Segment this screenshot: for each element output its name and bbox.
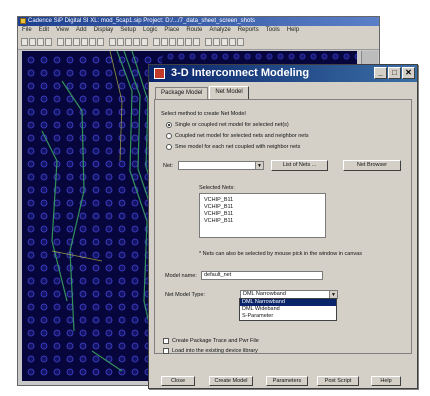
toolbar-button[interactable] <box>125 38 132 46</box>
toolbar-button[interactable] <box>213 38 220 46</box>
toolbar-button[interactable] <box>89 38 96 46</box>
radio-each-net[interactable] <box>166 144 172 150</box>
toolbar-button[interactable] <box>109 38 116 46</box>
app-title-bar: Cadence SiP Digital SI XL: mod_5cap1.sip… <box>18 17 379 26</box>
tab-net-model[interactable]: Net Model <box>209 86 249 100</box>
list-of-nets-button[interactable]: List of Nets ... <box>271 160 328 171</box>
net-model-type-option[interactable]: S-Parameter <box>240 313 336 320</box>
load-library-checkbox[interactable] <box>163 348 169 354</box>
toolbar-button[interactable] <box>45 38 52 46</box>
net-dropdown[interactable]: ▼ <box>178 161 264 170</box>
selection-note: * Nets can also be selected by mouse pic… <box>199 251 362 257</box>
option-single-coupled-label: Single or coupled net model for selected… <box>175 122 289 128</box>
radio-single-coupled[interactable] <box>166 122 172 128</box>
toolbar-button[interactable] <box>21 38 28 46</box>
dialog-app-icon <box>154 68 165 79</box>
model-name-input[interactable]: default_net <box>201 271 323 280</box>
minimize-button[interactable]: _ <box>374 67 387 79</box>
menu-setup[interactable]: Setup <box>120 26 136 35</box>
toolbar-button[interactable] <box>153 38 160 46</box>
app-toolbar <box>18 35 379 50</box>
menu-view[interactable]: View <box>56 26 69 35</box>
tab-package-model[interactable]: Package Model <box>155 87 209 99</box>
chevron-down-icon[interactable]: ▼ <box>329 291 337 298</box>
dialog-title: 3-D Interconnect Modeling <box>171 67 310 79</box>
list-item[interactable]: VCHIP_B11 <box>204 197 321 204</box>
net-model-type-value: DML Narrowband <box>243 291 286 297</box>
menu-route[interactable]: Route <box>186 26 202 35</box>
menu-add[interactable]: Add <box>76 26 87 35</box>
menu-help[interactable]: Help <box>287 26 299 35</box>
toolbar-button[interactable] <box>97 38 104 46</box>
selected-nets-list[interactable]: VCHIP_B11 VCHIP_B11 VCHIP_B11 VCHIP_B11 <box>199 193 326 238</box>
dialog-tabs: Package Model Net Model <box>155 86 250 100</box>
create-model-button[interactable]: Create Model <box>209 376 253 386</box>
net-browser-button[interactable]: Net Browser <box>343 160 401 171</box>
close-button[interactable]: ✕ <box>402 67 415 79</box>
menu-display[interactable]: Display <box>94 26 114 35</box>
toolbar-button[interactable] <box>133 38 140 46</box>
net-model-type-label: Net Model Type: <box>165 292 205 298</box>
toolbar-button[interactable] <box>141 38 148 46</box>
net-model-type-options: DML Narrowband DML Wideband S-Parameter <box>239 298 337 321</box>
toolbar-button[interactable] <box>221 38 228 46</box>
toolbar-button[interactable] <box>161 38 168 46</box>
toolbar-button[interactable] <box>73 38 80 46</box>
app-title-text: Cadence SiP Digital SI XL: mod_5cap1.sip… <box>28 18 256 24</box>
toolbar-button[interactable] <box>237 38 244 46</box>
toolbar-button[interactable] <box>169 38 176 46</box>
maximize-button[interactable]: □ <box>388 67 401 79</box>
menu-reports[interactable]: Reports <box>238 26 259 35</box>
close-dialog-button[interactable]: Close <box>161 376 195 386</box>
dialog-title-bar: 3-D Interconnect Modeling _ □ ✕ <box>149 65 417 82</box>
load-library-label: Load into the existing device library <box>172 348 258 354</box>
toolbar-button[interactable] <box>29 38 36 46</box>
toolbar-button[interactable] <box>117 38 124 46</box>
interconnect-modeling-dialog: 3-D Interconnect Modeling _ □ ✕ Package … <box>148 64 418 389</box>
toolbar-button[interactable] <box>65 38 72 46</box>
toolbar-button[interactable] <box>229 38 236 46</box>
toolbar-button[interactable] <box>185 38 192 46</box>
toolbar-button[interactable] <box>193 38 200 46</box>
net-model-type-option[interactable]: DML Narrowband <box>240 299 336 306</box>
menu-analyze[interactable]: Analyze <box>209 26 230 35</box>
toolbar-button[interactable] <box>37 38 44 46</box>
selected-nets-label: Selected Nets: <box>199 185 235 191</box>
toolbar-button[interactable] <box>177 38 184 46</box>
model-name-label: Model name: <box>165 273 197 279</box>
menu-edit[interactable]: Edit <box>39 26 49 35</box>
radio-coupled-neighbors[interactable] <box>166 133 172 139</box>
create-package-trace-label: Create Package Trace and Pwr File <box>172 338 259 344</box>
option-coupled-neighbors-label: Coupled net model for selected nets and … <box>175 133 309 139</box>
help-button[interactable]: Help <box>371 376 401 386</box>
list-item[interactable]: VCHIP_B11 <box>204 218 321 225</box>
net-label: Net: <box>163 163 174 169</box>
list-item[interactable]: VCHIP_B11 <box>204 211 321 218</box>
post-script-button[interactable]: Post Script <box>317 376 359 386</box>
parameters-button[interactable]: Parameters <box>266 376 308 386</box>
menu-logic[interactable]: Logic <box>143 26 157 35</box>
app-menu-bar: File Edit View Add Display Setup Logic P… <box>18 26 379 35</box>
toolbar-button[interactable] <box>81 38 88 46</box>
net-model-type-option[interactable]: DML Wideband <box>240 306 336 313</box>
create-package-trace-checkbox[interactable] <box>163 338 169 344</box>
chevron-down-icon[interactable]: ▼ <box>255 162 263 169</box>
option-each-net-label: Sme model for each net coupled with neig… <box>175 144 301 150</box>
toolbar-button[interactable] <box>57 38 64 46</box>
toolbar-button[interactable] <box>205 38 212 46</box>
menu-file[interactable]: File <box>22 26 32 35</box>
menu-place[interactable]: Place <box>164 26 179 35</box>
menu-tools[interactable]: Tools <box>266 26 280 35</box>
method-instructions: Select method to create Net Model <box>161 111 246 117</box>
list-item[interactable]: VCHIP_B11 <box>204 204 321 211</box>
app-icon <box>20 18 26 24</box>
